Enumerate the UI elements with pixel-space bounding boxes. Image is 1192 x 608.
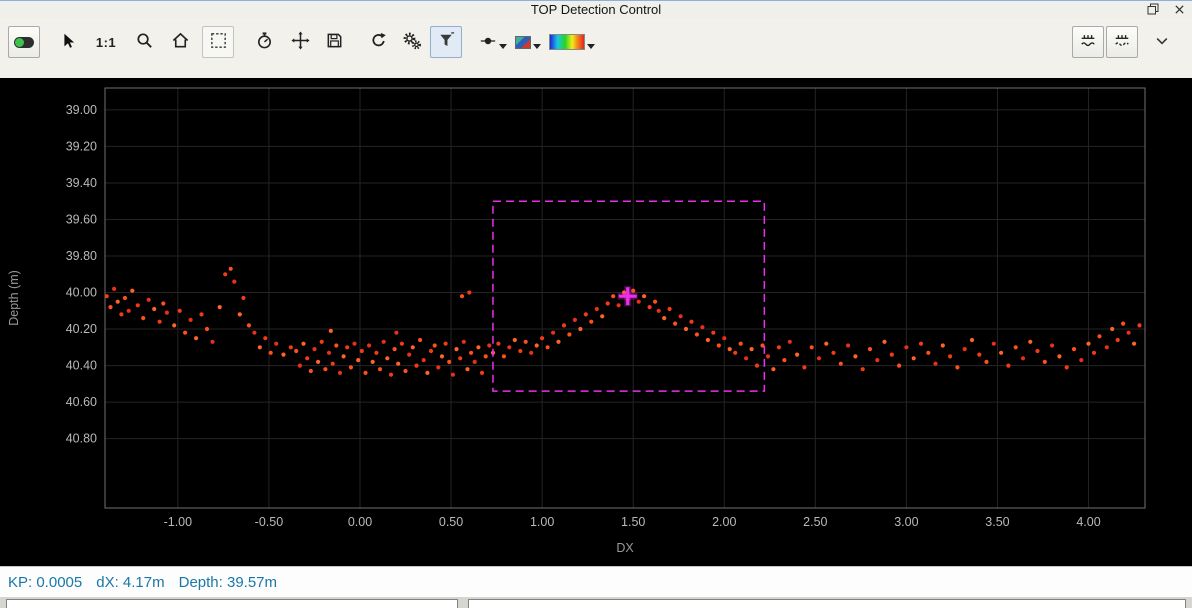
pointer-tool-button[interactable] [52,26,84,58]
svg-text:39.40: 39.40 [66,176,97,190]
filter-button[interactable] [430,26,462,58]
svg-text:4.00: 4.00 [1076,515,1100,529]
color-swatch-button[interactable] [512,26,544,58]
pan-tool-button[interactable] [284,26,316,58]
svg-text:Depth (m): Depth (m) [7,270,21,326]
funnel-icon [437,31,456,53]
dropdown-caret-icon [499,37,507,52]
magnifier-icon [135,31,154,53]
pan-move-icon [291,31,310,53]
close-button[interactable] [1172,2,1186,18]
save-button[interactable] [318,26,350,58]
top-detect-a-icon [1079,32,1097,53]
chevron-down-icon [1154,33,1170,52]
close-icon [1174,3,1185,18]
bottom-panels-edge [0,597,1192,608]
status-kp: KP: 0.0005 [8,574,82,591]
stopwatch-icon [255,31,274,53]
titlebar: TOP Detection Control [0,0,1192,18]
status-dx: dX: 4.17m [96,574,164,591]
dropdown-caret-icon [533,37,541,52]
svg-text:2.00: 2.00 [712,515,736,529]
restore-button[interactable] [1146,2,1160,18]
scatter-plot[interactable]: -1.00 -0.50 0.00 0.50 1.00 1.50 2.00 2.50 3.00 3.… [0,78,1192,566]
svg-text:0.50: 0.50 [439,515,463,529]
bottom-panel-left [6,599,458,608]
svg-text:40.20: 40.20 [66,322,97,336]
color-swatch-icon [515,36,531,49]
svg-text:3.00: 3.00 [894,515,918,529]
zoom-tool-button[interactable] [128,26,160,58]
marquee-select-icon [209,31,228,53]
svg-text:0.00: 0.00 [348,515,372,529]
svg-text:-1.00: -1.00 [164,515,193,529]
expand-toolbar-button[interactable] [1146,26,1178,58]
top-detect-a-button[interactable] [1072,26,1104,58]
status-bar: KP: 0.0005 dX: 4.17m Depth: 39.57m [0,566,1192,597]
toggle-icon [14,37,34,48]
point-style-button[interactable] [476,26,510,58]
svg-text:40.60: 40.60 [66,395,97,409]
top-detect-b-icon [1113,32,1131,53]
bottom-panel-right [468,599,1186,608]
svg-text:1.50: 1.50 [621,515,645,529]
settings-button[interactable] [396,26,428,58]
svg-text:40.80: 40.80 [66,432,97,446]
svg-text:39.00: 39.00 [66,103,97,117]
colormap-button[interactable] [546,26,598,58]
zoom-1-1-button[interactable]: 1:1 [90,26,122,58]
marquee-select-button[interactable] [202,26,234,58]
rainbow-colormap-icon [549,34,585,50]
svg-text:39.20: 39.20 [66,139,97,153]
svg-text:-0.50: -0.50 [255,515,284,529]
svg-text:3.50: 3.50 [985,515,1009,529]
svg-text:2.50: 2.50 [803,515,827,529]
point-style-icon [479,32,497,53]
top-detect-b-button[interactable] [1106,26,1138,58]
toolbar: 1:1 [0,18,1192,78]
one-to-one-icon: 1:1 [96,35,116,50]
window-controls [1146,1,1186,19]
top-detection-control-window: TOP Detection Control 1:1 [0,0,1192,608]
gears-icon [402,31,422,54]
detection-toggle-button[interactable] [8,26,40,58]
timer-button[interactable] [248,26,280,58]
plot-area[interactable]: -1.00 -0.50 0.00 0.50 1.00 1.50 2.00 2.50 3.00 3.… [0,78,1192,566]
svg-text:40.40: 40.40 [66,359,97,373]
home-icon [171,31,190,53]
save-floppy-icon [325,31,344,53]
pointer-cursor-icon [59,32,77,53]
restore-icon [1147,3,1159,18]
window-title: TOP Detection Control [0,1,1192,18]
svg-text:40.00: 40.00 [66,286,97,300]
refresh-button[interactable] [362,26,394,58]
svg-text:1.00: 1.00 [530,515,554,529]
dropdown-caret-icon [587,37,595,52]
svg-text:39.80: 39.80 [66,249,97,263]
svg-text:DX: DX [616,541,634,555]
home-view-button[interactable] [164,26,196,58]
svg-text:39.60: 39.60 [66,212,97,226]
refresh-icon [369,31,388,53]
status-depth: Depth: 39.57m [179,574,277,591]
